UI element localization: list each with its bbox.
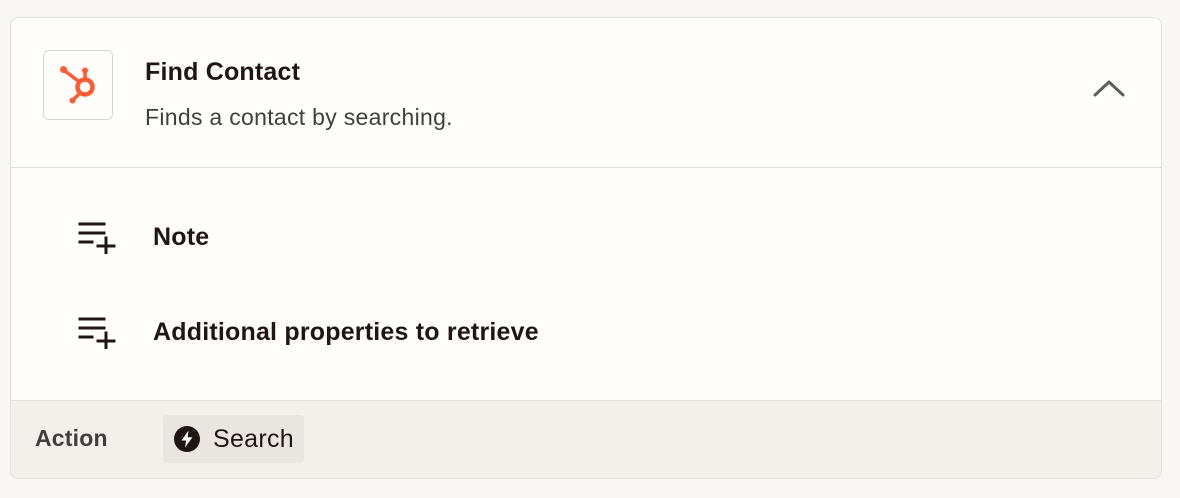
step-type-chip: Search	[163, 415, 305, 463]
step-card: Find Contact Finds a contact by searchin…	[10, 17, 1162, 479]
step-type-chip-label: Search	[213, 424, 295, 453]
playlist-add-icon	[77, 217, 117, 257]
chevron-up-icon[interactable]	[1087, 70, 1131, 106]
step-description: Finds a contact by searching.	[145, 104, 453, 130]
step-title: Find Contact	[145, 58, 301, 86]
step-header[interactable]: Find Contact Finds a contact by searchin…	[11, 18, 1161, 168]
field-additional-properties[interactable]: Additional properties to retrieve	[77, 310, 539, 354]
step-type-label: Action	[35, 425, 108, 451]
step-footer: Action Search	[11, 400, 1161, 478]
hubspot-logo-icon	[43, 50, 113, 120]
bolt-icon	[173, 425, 201, 453]
playlist-add-icon	[77, 312, 117, 352]
field-label: Note	[153, 222, 210, 251]
field-label: Additional properties to retrieve	[153, 317, 539, 346]
field-note[interactable]: Note	[77, 215, 209, 259]
